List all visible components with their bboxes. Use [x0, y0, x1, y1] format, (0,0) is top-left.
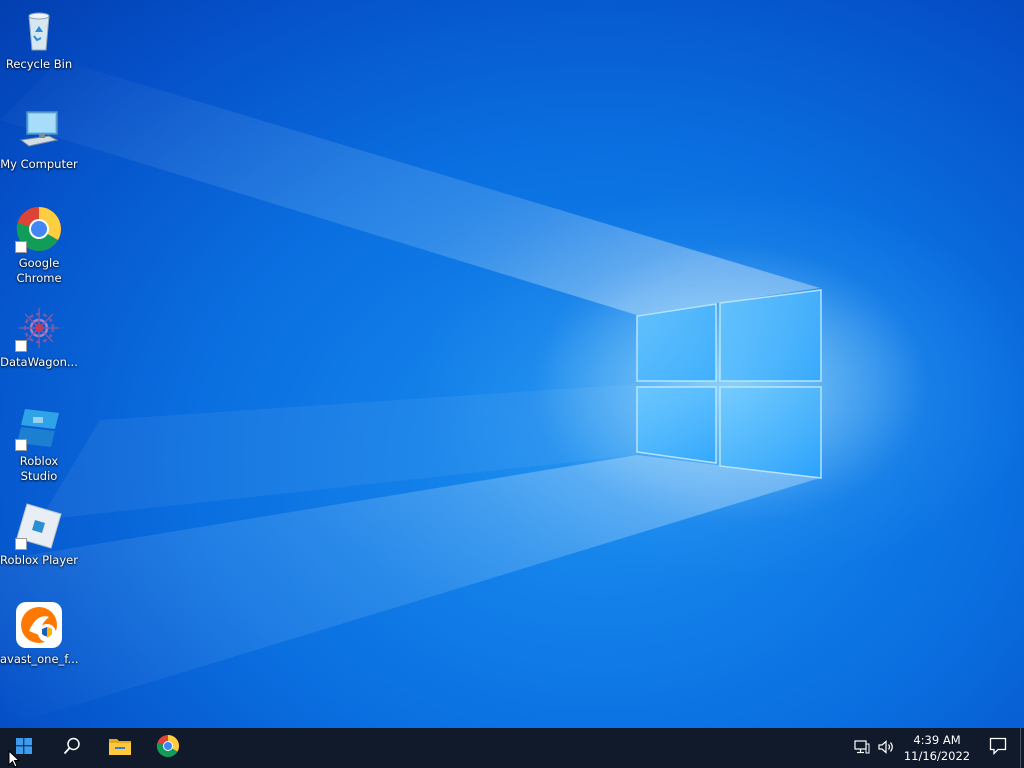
- recycle-bin-icon: [15, 6, 63, 54]
- taskbar-file-explorer[interactable]: [96, 728, 144, 768]
- wallpaper: [0, 60, 930, 728]
- desktop-icon-label: DataWagon...: [0, 355, 78, 369]
- tray-volume-button[interactable]: [874, 728, 898, 768]
- clock-time: 4:39 AM: [913, 733, 961, 747]
- desktop-icon-roblox-player[interactable]: Roblox Player: [0, 502, 78, 568]
- desktop-icon-datawagon[interactable]: DataWagon...: [0, 304, 78, 370]
- taskbar-clock[interactable]: 4:39 AM 11/16/2022: [898, 728, 976, 768]
- search-button[interactable]: [48, 728, 96, 768]
- desktop-icon-label: Google Chrome: [16, 256, 62, 285]
- shortcut-arrow-icon: [15, 241, 27, 253]
- shortcut-arrow-icon: [15, 439, 27, 451]
- desktop-icon-label: Recycle Bin: [5, 57, 73, 71]
- chrome-icon: [156, 734, 180, 762]
- desktop-icon-label: Roblox Studio: [19, 454, 59, 483]
- action-center-icon: [989, 737, 1007, 759]
- clock-date: 11/16/2022: [903, 749, 971, 763]
- shortcut-arrow-icon: [15, 538, 27, 550]
- roblox-player-icon: [15, 502, 63, 550]
- datawagon-icon: [15, 304, 63, 352]
- action-center-button[interactable]: [976, 728, 1020, 768]
- network-icon: [854, 739, 870, 758]
- system-tray: 4:39 AM 11/16/2022: [850, 728, 1024, 768]
- roblox-studio-icon: [15, 403, 63, 451]
- chrome-icon: [15, 205, 63, 253]
- desktop: Recycle Bin My Computer Google Chrome Da…: [0, 0, 1024, 768]
- search-icon: [63, 737, 81, 759]
- taskbar-chrome[interactable]: [144, 728, 192, 768]
- volume-icon: [878, 739, 894, 758]
- desktop-icon-label: My Computer: [0, 157, 78, 171]
- desktop-icon-my-computer[interactable]: My Computer: [0, 106, 78, 172]
- file-explorer-icon: [108, 736, 132, 760]
- mouse-cursor-icon: [8, 750, 20, 768]
- computer-icon: [15, 106, 63, 154]
- show-desktop-button[interactable]: [1020, 728, 1024, 768]
- desktop-icon-label: Roblox Player: [0, 553, 78, 567]
- shortcut-arrow-icon: [15, 340, 27, 352]
- desktop-icon-avast[interactable]: avast_one_f...: [0, 601, 78, 667]
- desktop-icon-label: avast_one_f...: [0, 652, 79, 666]
- taskbar: 4:39 AM 11/16/2022: [0, 728, 1024, 768]
- avast-icon: [15, 601, 63, 649]
- tray-network-button[interactable]: [850, 728, 874, 768]
- desktop-icon-roblox-studio[interactable]: Roblox Studio: [0, 403, 78, 484]
- desktop-icon-google-chrome[interactable]: Google Chrome: [0, 205, 78, 286]
- desktop-icon-recycle-bin[interactable]: Recycle Bin: [0, 6, 78, 72]
